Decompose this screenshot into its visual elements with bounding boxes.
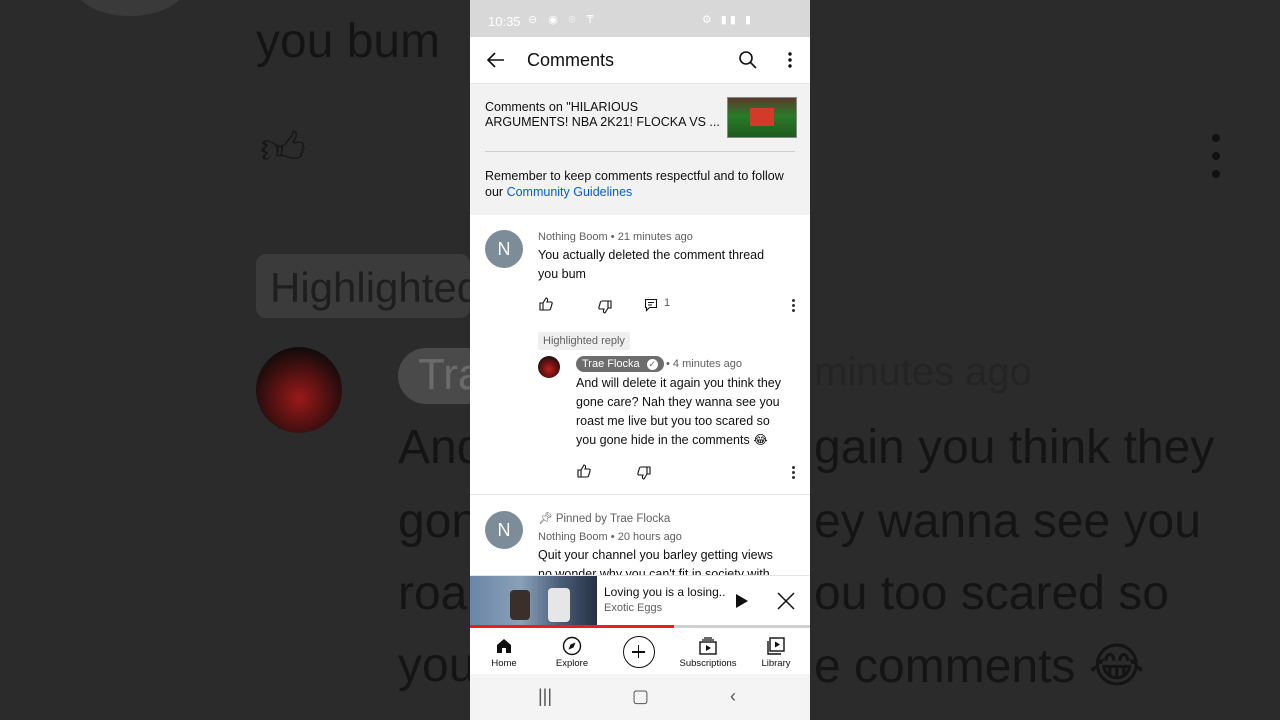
like-icon[interactable] xyxy=(539,297,553,311)
comment-text-line: Quit your channel you barley getting vie… xyxy=(538,548,773,562)
bg-more-icon xyxy=(1212,134,1220,188)
bg-line4-right: e comments 😂 xyxy=(814,640,1145,693)
app-bar: Comments xyxy=(470,37,810,84)
comment-author[interactable]: Nothing Boom xyxy=(538,231,608,243)
library-icon xyxy=(766,636,786,656)
more-vertical-icon[interactable] xyxy=(780,50,800,70)
avatar[interactable]: N xyxy=(485,511,523,549)
search-icon[interactable] xyxy=(738,50,758,70)
comments-on-video[interactable]: Comments on "HILARIOUS ARGUMENTS! NBA 2K… xyxy=(485,100,721,130)
reply-count: 1 xyxy=(664,297,671,309)
comment-divider xyxy=(470,494,810,495)
subscriptions-icon xyxy=(698,636,718,656)
bg-line4-left: you xyxy=(398,639,476,692)
meta-separator: • xyxy=(610,531,618,543)
avatar[interactable] xyxy=(538,356,560,378)
nav-label: Subscriptions xyxy=(679,658,737,669)
back-button-icon[interactable]: ‹ xyxy=(730,686,736,707)
comment-author[interactable]: Nothing Boom xyxy=(538,531,608,543)
comment-text-line: You actually deleted the comment thread xyxy=(538,248,765,262)
nav-home[interactable]: Home xyxy=(470,628,538,674)
status-time: 10:35 xyxy=(488,14,521,29)
bg-thumbs-up-icon: 👍︎ xyxy=(260,124,306,173)
meta-separator: • xyxy=(610,231,618,243)
compass-icon xyxy=(562,636,582,656)
mini-player-title[interactable]: Loving you is a losing.. xyxy=(604,585,725,599)
reply-meta: • 4 minutes ago xyxy=(666,358,742,370)
comment-time: 21 minutes ago xyxy=(617,231,693,243)
highlighted-reply-tag: Highlighted reply xyxy=(538,332,630,350)
guidelines-reminder: Remember to keep comments respectful and… xyxy=(485,168,785,200)
home-button-icon[interactable]: ▢ xyxy=(632,686,649,707)
reply-text-line: roast me live but you too scared so xyxy=(576,414,770,428)
community-guidelines-link[interactable]: Community Guidelines xyxy=(507,185,633,199)
status-left-icons: ⊖ ◉ ⌾ ₸ xyxy=(528,14,598,26)
close-icon[interactable] xyxy=(776,591,796,611)
reply-more-icon[interactable] xyxy=(792,466,796,481)
home-icon xyxy=(494,636,514,656)
mini-player-channel: Exotic Eggs xyxy=(604,602,663,614)
like-icon[interactable] xyxy=(577,464,591,478)
comment-meta: Nothing Boom • 20 hours ago xyxy=(538,531,682,543)
system-nav-bar: ||| ▢ ‹ xyxy=(470,674,810,720)
reply-time: 4 minutes ago xyxy=(672,358,743,370)
bg-line3-right: ou too scared so xyxy=(814,567,1169,620)
pin-icon: 📌︎ xyxy=(538,513,553,525)
phone-screen: 10:35 ⊖ ◉ ⌾ ₸ ⚙ ▮▮ ▮ Comments Comments o… xyxy=(470,0,810,720)
bg-line3-left: roa xyxy=(398,567,468,620)
comment-time: 20 hours ago xyxy=(617,531,682,543)
bottom-nav: Home Explore Subscriptions Library xyxy=(470,628,810,674)
create-plus-icon[interactable] xyxy=(623,636,655,668)
reply-icon[interactable] xyxy=(644,298,658,312)
meta-separator: • xyxy=(666,358,673,370)
nav-library[interactable]: Library xyxy=(742,628,810,674)
video-thumbnail[interactable] xyxy=(727,97,797,138)
comments-header: Comments on "HILARIOUS ARGUMENTS! NBA 2K… xyxy=(470,84,810,215)
dislike-icon[interactable] xyxy=(598,300,612,314)
nav-label: Home xyxy=(491,658,517,669)
status-bar: 10:35 ⊖ ◉ ⌾ ₸ ⚙ ▮▮ ▮ xyxy=(470,0,810,37)
bg-line2-right: ey wanna see you xyxy=(814,495,1201,548)
bg-line2-left: gon xyxy=(398,495,479,548)
bg-avatar-partial xyxy=(76,0,184,16)
comment-meta: Nothing Boom • 21 minutes ago xyxy=(538,231,693,243)
pinned-label: 📌︎ Pinned by Trae Flocka xyxy=(538,511,670,525)
reply-author: Trae Flocka xyxy=(582,358,640,370)
page-title: Comments xyxy=(527,50,615,70)
bg-text-highlighted: Highlighted xyxy=(270,264,481,311)
reply-text-line: you gone hide in the comments 😂 xyxy=(576,433,768,447)
reply-text-line: And will delete it again you think they xyxy=(576,376,781,390)
bg-text-you-bum: you bum xyxy=(256,15,441,68)
recent-apps-icon[interactable]: ||| xyxy=(538,686,552,707)
arrow-left-icon[interactable] xyxy=(486,50,506,70)
header-divider xyxy=(485,151,795,152)
avatar[interactable]: N xyxy=(485,230,523,268)
mini-player[interactable]: Loving you is a losing.. Exotic Eggs xyxy=(470,575,810,628)
comment-more-icon[interactable] xyxy=(792,299,796,314)
pinned-by-text: Pinned by Trae Flocka xyxy=(555,513,671,525)
comment-text-line: you bum xyxy=(538,267,586,281)
nav-explore[interactable]: Explore xyxy=(538,628,606,674)
mini-player-thumbnail[interactable] xyxy=(470,576,597,627)
nav-subscriptions[interactable]: Subscriptions xyxy=(674,628,742,674)
play-icon[interactable] xyxy=(732,592,750,610)
reply-text-line: gone care? Nah they wanna see you xyxy=(576,395,780,409)
nav-label: Library xyxy=(761,658,791,669)
reply-text: And will delete it again you think they … xyxy=(576,374,781,450)
comment-text: You actually deleted the comment thread … xyxy=(538,246,764,284)
status-right-icons: ⚙ ▮▮ ▮ xyxy=(701,14,754,26)
dislike-icon[interactable] xyxy=(637,466,651,480)
bg-text-minutes: minutes ago xyxy=(814,350,1032,394)
verified-check-icon: ✓ xyxy=(646,359,658,370)
bg-trae-avatar xyxy=(256,347,342,433)
bg-line1-right: gain you think they xyxy=(814,421,1215,474)
author-badge[interactable]: Trae Flocka ✓ xyxy=(576,356,664,372)
nav-label: Explore xyxy=(555,658,589,669)
